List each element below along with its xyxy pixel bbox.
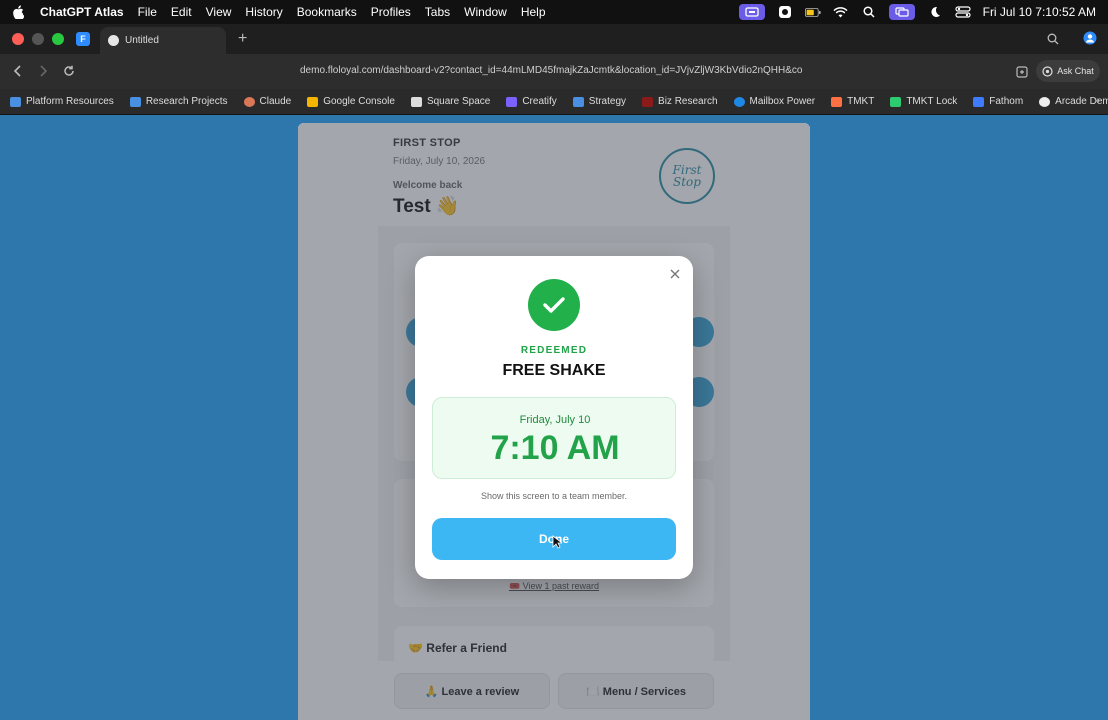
pinned-tab[interactable]: F [76, 32, 90, 46]
tab-strip: F Untitled + [0, 24, 1108, 54]
folder-icon [129, 96, 141, 107]
status-area: Fri Jul 10 7:10:52 AM [738, 0, 1096, 24]
menu-window[interactable]: Window [464, 5, 507, 19]
globe-icon [108, 35, 119, 46]
minimize-window-button[interactable] [32, 33, 44, 45]
menu-bookmarks[interactable]: Bookmarks [297, 5, 357, 19]
tab-search-icon[interactable] [1047, 32, 1059, 50]
zoom-window-button[interactable] [52, 33, 64, 45]
window-switcher-icon[interactable] [888, 4, 915, 20]
tab-title: Untitled [125, 35, 159, 46]
battery-icon[interactable] [804, 4, 821, 20]
biz-research-icon [642, 96, 654, 107]
instruction-text: Show this screen to a team member. [480, 491, 628, 501]
moon-icon[interactable] [927, 4, 943, 20]
new-tab-button[interactable]: + [238, 30, 247, 48]
reload-icon[interactable] [63, 64, 75, 80]
search-icon[interactable] [861, 4, 877, 20]
bookmark-creatify[interactable]: Creatify [506, 96, 557, 107]
close-window-button[interactable] [12, 33, 24, 45]
lock-icon [890, 96, 902, 107]
reward-name: FREE SHAKE [502, 362, 606, 379]
arcade-icon [1039, 96, 1051, 107]
bookmark-tmkt[interactable]: TMKT [831, 96, 874, 107]
forward-arrow-icon[interactable] [38, 64, 48, 80]
claude-icon [243, 96, 255, 107]
bookmark-strategy[interactable]: Strategy [572, 96, 626, 107]
chevron-right-icon[interactable]: » [1094, 95, 1100, 107]
bookmarks-bar: Platform Resources Research Projects Cla… [0, 89, 1108, 115]
bookmark-fathom[interactable]: Fathom [973, 96, 1023, 107]
creatify-icon [506, 96, 518, 107]
ask-chat-label: Ask Chat [1057, 66, 1094, 76]
bookmark-research-projects[interactable]: Research Projects [129, 96, 228, 107]
analytics-icon [307, 96, 319, 107]
menu-history[interactable]: History [245, 5, 282, 19]
screen-share-icon[interactable] [738, 4, 765, 20]
openai-icon [1042, 65, 1053, 77]
redeemed-label: REDEEMED [520, 345, 588, 356]
url-field[interactable]: demo.floloyal.com/dashboard-v2?contact_i… [300, 65, 810, 76]
checkmark-icon [528, 279, 580, 331]
control-center-icon[interactable] [955, 4, 971, 20]
bookmark-platform-resources[interactable]: Platform Resources [10, 96, 114, 107]
address-toolbar: demo.floloyal.com/dashboard-v2?contact_i… [0, 54, 1108, 89]
fathom-icon [973, 96, 985, 107]
back-arrow-icon[interactable] [13, 64, 23, 80]
redemption-date: Friday, July 10 [519, 414, 591, 426]
mailbox-icon [733, 96, 745, 107]
redemption-time: 7:10 AM [490, 429, 620, 467]
menu-app-name[interactable]: ChatGPT Atlas [40, 5, 124, 19]
bookmark-biz-research[interactable]: Biz Research [642, 96, 718, 107]
menu-view[interactable]: View [206, 5, 232, 19]
bookmark-square-space[interactable]: Square Space [410, 96, 490, 107]
bookmark-mailbox-power[interactable]: Mailbox Power [733, 96, 815, 107]
menubar-clock[interactable]: Fri Jul 10 7:10:52 AM [983, 5, 1096, 19]
bookmark-claude[interactable]: Claude [243, 96, 291, 107]
menu-tabs[interactable]: Tabs [425, 5, 450, 19]
menu-edit[interactable]: Edit [171, 5, 192, 19]
profile-avatar[interactable] [1083, 31, 1097, 50]
menu-help[interactable]: Help [521, 5, 546, 19]
menu-profiles[interactable]: Profiles [371, 5, 411, 19]
camera-icon[interactable] [777, 4, 793, 20]
folder-icon [572, 96, 584, 107]
bookmark-google-console[interactable]: Google Console [307, 96, 395, 107]
macos-menu-bar: ChatGPT Atlas File Edit View History Boo… [0, 0, 1108, 24]
redemption-modal: REDEEMED FREE SHAKE Friday, July 10 7:10… [415, 256, 693, 579]
squarespace-icon [410, 96, 422, 107]
apple-icon[interactable] [12, 5, 28, 19]
wifi-icon[interactable] [833, 4, 849, 20]
mouse-cursor-icon [552, 535, 564, 554]
ask-chat-button[interactable]: Ask Chat [1036, 60, 1100, 82]
tmkt-icon [831, 96, 843, 107]
redemption-time-box: Friday, July 10 7:10 AM [432, 397, 676, 479]
tab-active[interactable]: Untitled [100, 27, 226, 54]
reader-mode-icon[interactable] [1016, 65, 1028, 83]
bookmark-tmkt-lock[interactable]: TMKT Lock [890, 96, 957, 107]
close-icon[interactable] [669, 267, 683, 281]
menu-file[interactable]: File [138, 5, 157, 19]
window-controls [12, 33, 64, 45]
folder-icon [10, 96, 21, 107]
